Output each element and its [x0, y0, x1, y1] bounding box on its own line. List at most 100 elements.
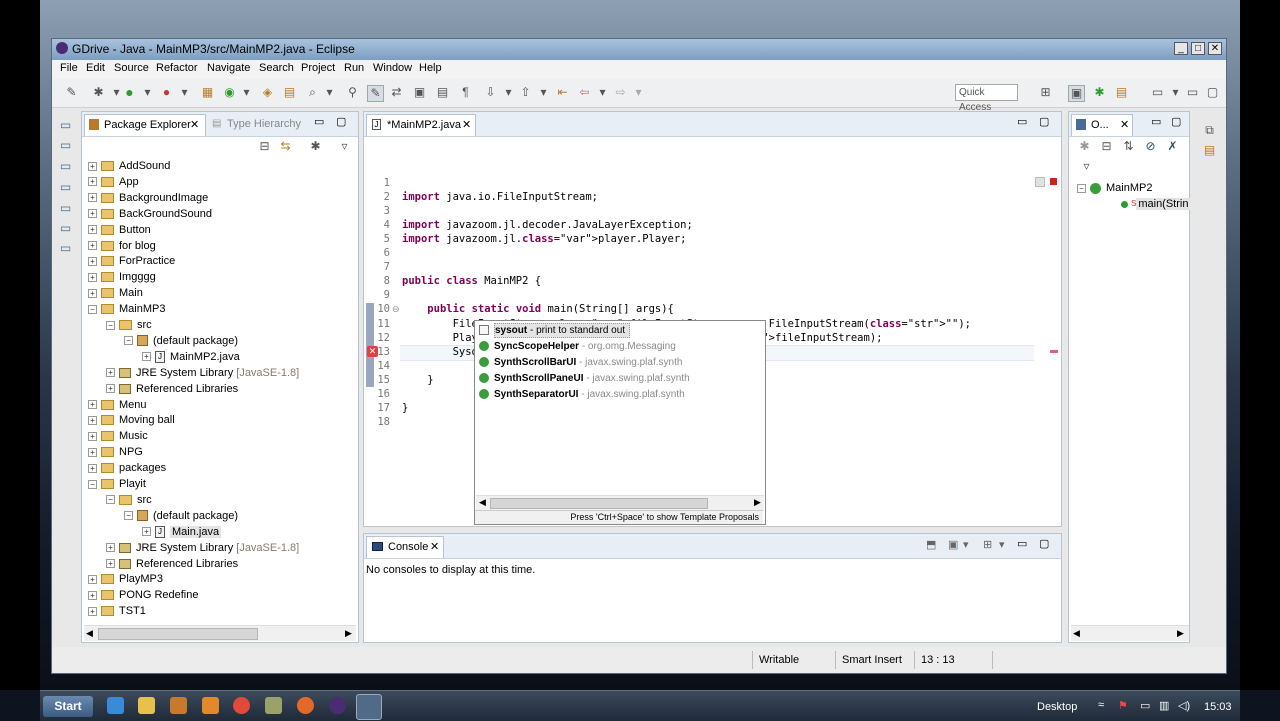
tree-item[interactable]: − Playit — [88, 476, 146, 492]
tree-item[interactable]: + NPG — [88, 444, 143, 460]
tree-item[interactable]: + BackGroundSound — [88, 206, 212, 222]
expand-icon[interactable]: + — [88, 574, 97, 584]
close-tab-icon[interactable]: ✕ — [430, 540, 439, 553]
hide-fields-icon[interactable]: ⊟ — [1099, 139, 1114, 154]
code-line[interactable]: } — [402, 373, 433, 387]
code-line[interactable]: public class MainMP2 { — [402, 274, 541, 288]
debug-icon[interactable]: ✱ — [91, 85, 106, 100]
outline-method-row[interactable]: Smain(Strin — [1121, 196, 1191, 212]
close-tab-icon[interactable]: ✕ — [1120, 118, 1129, 131]
minimize-view-icon[interactable]: ▭ — [1017, 115, 1027, 128]
expand-icon[interactable]: + — [88, 161, 97, 171]
tree-item[interactable]: + for blog — [88, 238, 156, 254]
menu-window[interactable]: Window — [373, 62, 412, 74]
external-tools-icon[interactable]: ● — [159, 85, 174, 100]
maximize-view-icon[interactable]: ▢ — [1171, 115, 1181, 128]
view-menu-icon[interactable]: ▭ — [1150, 85, 1165, 100]
maximize-toolbar-icon[interactable]: ▢ — [1205, 85, 1220, 100]
tree-item[interactable]: + Main — [88, 285, 143, 301]
proposal-item[interactable]: SynthScrollBarUI - javax.swing.plaf.synt… — [479, 355, 759, 371]
minimize-view-icon[interactable]: ▭ — [1151, 115, 1161, 128]
maximize-view-icon[interactable]: ▢ — [336, 115, 346, 128]
dropdown-icon[interactable]: ▾ — [1168, 85, 1183, 100]
tree-item[interactable]: + packages — [88, 460, 166, 476]
dropdown-icon[interactable]: ▾ — [140, 85, 155, 100]
folder-app-icon[interactable] — [202, 697, 219, 714]
trim-view-icon[interactable]: ▭ — [58, 118, 73, 133]
mark-occurrences-icon[interactable]: ✎ — [367, 85, 384, 102]
trim-view-icon[interactable]: ▭ — [58, 221, 73, 236]
dropdown-icon[interactable]: ▾ — [239, 85, 254, 100]
minimize-button[interactable]: _ — [1174, 42, 1188, 55]
code-line[interactable]: Syso — [402, 345, 478, 359]
pin-console-icon[interactable]: ⬒ — [926, 538, 936, 551]
tab-package-explorer[interactable]: Package Explorer ✕ — [84, 114, 206, 136]
trim-view-icon[interactable]: ▭ — [58, 201, 73, 216]
tree-item[interactable]: + J Main.java — [142, 524, 222, 540]
explorer-icon[interactable] — [138, 697, 155, 714]
code-line[interactable]: import java.io.FileInputStream; — [402, 190, 598, 204]
tree-item[interactable]: + BackgroundImage — [88, 190, 208, 206]
tab-console[interactable]: Console ✕ — [366, 536, 444, 558]
scroll-left-icon[interactable]: ◀ — [86, 628, 93, 639]
minimize-view-icon[interactable]: ▭ — [1017, 537, 1027, 550]
restore-icon[interactable]: ⧉ — [1202, 123, 1217, 138]
collapse-icon[interactable]: − — [106, 495, 115, 505]
tab-type-hierarchy[interactable]: Type Hierarchy — [227, 118, 301, 130]
proposal-item[interactable]: SyncScopeHelper - org.omg.Messaging — [479, 339, 759, 355]
tree-item[interactable]: + AddSound — [88, 158, 170, 174]
tab-mainmp2-java[interactable]: J *MainMP2.java ✕ — [366, 114, 476, 136]
code-line[interactable]: import javazoom.jl.class="var">player.Pl… — [402, 232, 687, 246]
expand-icon[interactable]: + — [88, 256, 97, 266]
hide-local-types-icon[interactable]: ✗ — [1165, 139, 1180, 154]
collapse-icon[interactable]: − — [124, 511, 133, 521]
expand-icon[interactable]: + — [88, 447, 97, 457]
clock[interactable]: 15:03 — [1204, 701, 1232, 713]
expand-icon[interactable]: + — [88, 590, 97, 600]
tree-item[interactable]: − (default package) — [124, 333, 238, 349]
expand-icon[interactable]: + — [88, 272, 97, 282]
java-ee-perspective-icon[interactable]: ▣ — [1068, 85, 1085, 102]
expand-icon[interactable]: + — [88, 225, 97, 235]
next-annotation-icon[interactable]: ⇩ — [483, 85, 498, 100]
maximize-view-icon[interactable]: ▢ — [1039, 537, 1049, 550]
tree-item[interactable]: + J MainMP2.java — [142, 349, 240, 365]
expand-icon[interactable]: + — [106, 559, 115, 569]
expand-icon[interactable]: + — [106, 368, 115, 378]
tool-icon[interactable] — [265, 697, 282, 714]
dropdown-icon[interactable]: ▾ — [631, 85, 646, 100]
prev-annotation-icon[interactable]: ⇧ — [518, 85, 533, 100]
debug-perspective-icon[interactable]: ✱ — [1092, 85, 1107, 100]
focus-icon[interactable]: ✱ — [308, 139, 323, 154]
collapse-icon[interactable]: − — [1077, 183, 1086, 193]
minimize-view-icon[interactable]: ▭ — [314, 115, 324, 128]
code-line[interactable]: public static void main(String[] args){ — [402, 302, 674, 316]
collapse-all-icon[interactable]: ⊟ — [257, 139, 272, 154]
toggle-breadcrumb-icon[interactable]: ⇄ — [389, 85, 404, 100]
link-with-editor-icon[interactable]: ⇆ — [278, 139, 293, 154]
tree-item[interactable]: + PlayMP3 — [88, 571, 163, 587]
collapse-icon[interactable]: − — [88, 304, 97, 314]
action-center-icon[interactable]: ⚑ — [1118, 699, 1128, 712]
expand-icon[interactable]: + — [88, 415, 97, 425]
tree-item[interactable]: − MainMP3 — [88, 301, 165, 317]
expand-icon[interactable]: + — [88, 431, 97, 441]
error-summary-icon[interactable] — [1050, 178, 1057, 185]
ie-icon[interactable] — [107, 697, 124, 714]
volume-icon[interactable]: ◁) — [1178, 699, 1190, 712]
show-whitespace-icon[interactable]: ¶ — [458, 85, 473, 100]
network-icon[interactable]: ▥ — [1159, 699, 1169, 712]
dropdown-icon[interactable]: ▾ — [501, 85, 516, 100]
minimize-toolbar-icon[interactable]: ▭ — [1185, 85, 1200, 100]
expand-icon[interactable]: + — [88, 463, 97, 473]
close-tab-icon[interactable]: ✕ — [190, 118, 199, 131]
tree-item[interactable]: + Imgggg — [88, 269, 156, 285]
dropdown-icon[interactable]: ▾ — [963, 538, 969, 551]
tree-item[interactable]: − src — [106, 492, 152, 508]
expand-icon[interactable]: + — [106, 543, 115, 553]
menu-edit[interactable]: Edit — [86, 62, 105, 74]
explorer-hscrollbar[interactable]: ◀ ▶ — [84, 625, 356, 641]
show-hidden-icons-icon[interactable]: ≈ — [1098, 699, 1104, 711]
menu-run[interactable]: Run — [344, 62, 364, 74]
java-perspective-icon[interactable]: ▤ — [1114, 85, 1129, 100]
